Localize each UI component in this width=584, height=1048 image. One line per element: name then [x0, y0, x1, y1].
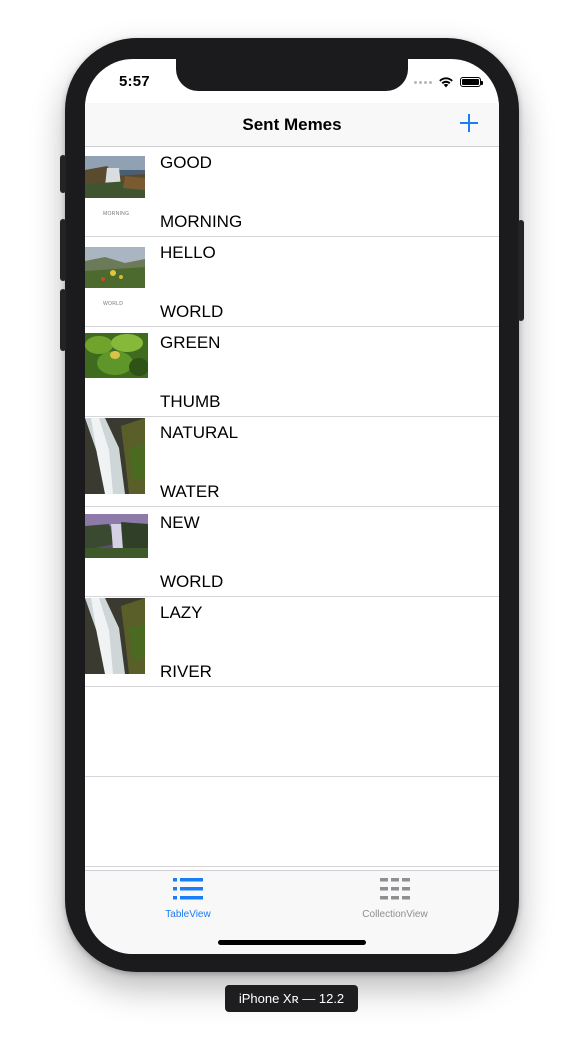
- app-screen: 5:57 Sent Memes MORNING GOOD MORNING WOR…: [85, 59, 499, 954]
- notch: [176, 59, 408, 91]
- meme-thumbnail: [85, 156, 145, 198]
- table-row[interactable]: GREEN THUMB: [85, 327, 499, 417]
- table-row[interactable]: WORLD HELLO WORLD: [85, 237, 499, 327]
- home-indicator[interactable]: [218, 940, 366, 945]
- empty-row: [85, 687, 499, 777]
- meme-top-text: NATURAL: [160, 423, 239, 442]
- tab-collectionview[interactable]: CollectionView: [325, 877, 465, 920]
- tab-label: TableView: [165, 909, 211, 920]
- tab-tableview[interactable]: TableView: [118, 877, 258, 920]
- plus-icon: [460, 114, 478, 132]
- meme-thumbnail: [85, 418, 145, 494]
- status-time: 5:57: [119, 73, 150, 90]
- navigation-bar: Sent Memes: [85, 103, 499, 147]
- meme-thumbnail: [85, 514, 148, 558]
- meme-top-text: GREEN: [160, 333, 221, 352]
- memes-table[interactable]: MORNING GOOD MORNING WORLD HELLO WORLD G…: [85, 147, 499, 867]
- meme-top-text: LAZY: [160, 603, 203, 622]
- status-icons: [414, 75, 483, 89]
- table-row[interactable]: NATURAL WATER: [85, 417, 499, 507]
- meme-bottom-text: RIVER: [160, 662, 212, 681]
- volume-up-button: [60, 219, 66, 281]
- nav-title: Sent Memes: [242, 115, 342, 134]
- power-button: [518, 220, 524, 321]
- meme-top-text: GOOD: [160, 153, 212, 172]
- wifi-icon: [439, 77, 453, 88]
- table-row[interactable]: LAZY RIVER: [85, 597, 499, 687]
- signal-icon: [414, 80, 432, 84]
- meme-top-text: HELLO: [160, 243, 216, 262]
- meme-thumbnail: [85, 247, 145, 288]
- meme-top-text: NEW: [160, 513, 200, 532]
- meme-thumbnail-caption: WORLD: [103, 301, 124, 307]
- empty-row: [85, 777, 499, 867]
- table-row[interactable]: NEW WORLD: [85, 507, 499, 597]
- meme-bottom-text: MORNING: [160, 212, 243, 231]
- list-icon: [173, 878, 203, 900]
- add-meme-button[interactable]: [458, 112, 480, 134]
- tab-label: CollectionView: [362, 909, 428, 920]
- mute-switch: [60, 155, 66, 193]
- battery-icon: [460, 77, 483, 87]
- meme-thumbnail: [85, 598, 145, 674]
- meme-bottom-text: WORLD: [160, 302, 224, 321]
- meme-bottom-text: THUMB: [160, 392, 221, 411]
- table-row[interactable]: MORNING GOOD MORNING: [85, 147, 499, 237]
- meme-thumbnail-caption: MORNING: [103, 211, 130, 217]
- meme-bottom-text: WATER: [160, 482, 220, 501]
- grid-icon: [380, 878, 410, 900]
- meme-bottom-text: WORLD: [160, 572, 224, 591]
- meme-thumbnail: [85, 333, 148, 378]
- device-caption: iPhone Xʀ — 12.2: [225, 985, 358, 1012]
- volume-down-button: [60, 289, 66, 351]
